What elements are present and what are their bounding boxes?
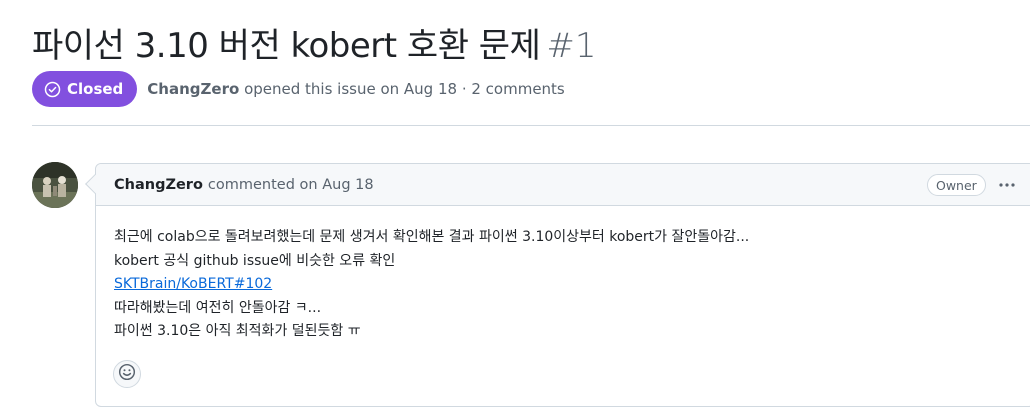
check-circle-icon	[44, 81, 61, 98]
avatar-image	[32, 162, 78, 208]
issue-title: 파이선 3.10 버전 kobert 호환 문제	[32, 26, 541, 66]
comment-line: 파이썬 3.10은 아직 최적화가 덜된듯함 ㅠ	[114, 323, 361, 339]
comment-box: ChangZero commented on Aug 18 Owner 최근에 …	[85, 163, 1030, 407]
comment-line: 최근에 colab으로 돌려보려했는데 문제 생겨서 확인해본 결과 파이썬 3…	[114, 229, 750, 245]
issue-meta: ChangZero opened this issue on Aug 18 · …	[147, 80, 564, 98]
comment-meta-text: commented on Aug 18	[207, 176, 374, 193]
smiley-icon	[118, 363, 136, 385]
issue-state-label: Closed	[67, 80, 124, 98]
issue-meta-text: opened this issue on Aug 18 · 2 comments	[244, 80, 565, 98]
comment-line: kobert 공식 github issue에 비슷한 오류 확인	[114, 252, 396, 269]
issue-state-badge: Closed	[32, 71, 138, 107]
kebab-horizontal-icon[interactable]	[996, 174, 1018, 196]
issue-author-link[interactable]: ChangZero	[147, 80, 239, 98]
header-divider	[32, 125, 1030, 126]
comment-arrow	[85, 174, 105, 194]
comment-author-link[interactable]: ChangZero	[114, 177, 203, 193]
issue-number: #1	[546, 26, 597, 66]
issue-meta-row: Closed ChangZero opened this issue on Au…	[32, 71, 565, 107]
comment-header: ChangZero commented on Aug 18 Owner	[85, 164, 1030, 206]
add-reaction-button[interactable]	[113, 360, 141, 388]
issue-title-row: 파이선 3.10 버전 kobert 호환 문제 #1	[32, 18, 596, 67]
owner-badge: Owner	[927, 174, 986, 196]
comment-line: 따라해봤는데 여전히 안돌아감 ㅋ...	[114, 299, 322, 316]
issue-reference-link[interactable]: SKTBrain/KoBERT#102	[114, 276, 272, 292]
avatar[interactable]	[32, 162, 78, 208]
comment-body: 최근에 colab으로 돌려보려했는데 문제 생겨서 확인해본 결과 파이썬 3…	[96, 206, 1030, 344]
